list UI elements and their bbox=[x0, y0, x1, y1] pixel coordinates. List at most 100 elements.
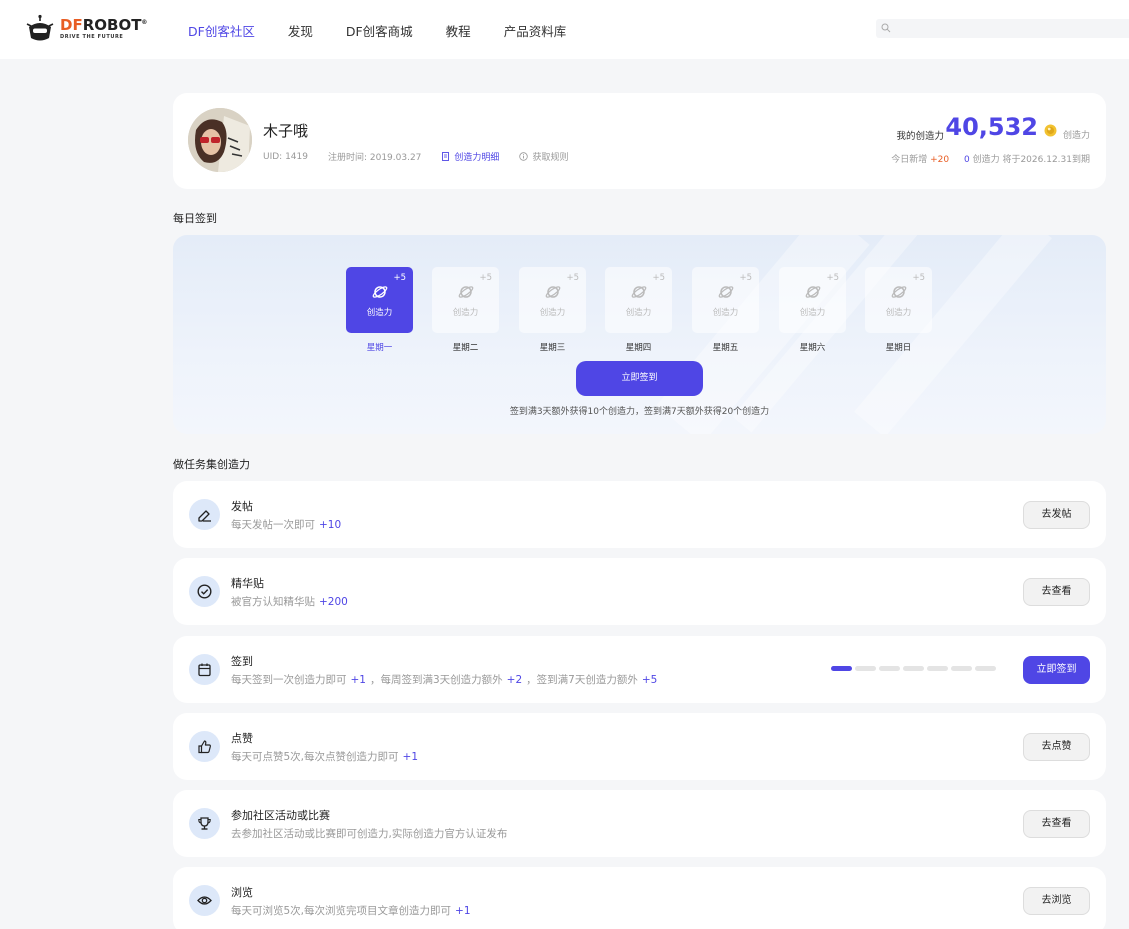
task-desc-text: 每天可点赞5次,每次点赞创造力即可 bbox=[231, 751, 399, 763]
today-label: 今日新增 bbox=[891, 155, 928, 165]
dfrobot-logo[interactable]: DFROBOT® DRIVE THE FUTURE bbox=[25, 14, 147, 44]
task-name: 精华贴 bbox=[231, 577, 264, 590]
task-reward: +200 bbox=[319, 596, 348, 608]
my-credit-label: 我的创造力 bbox=[896, 131, 944, 142]
weekday-label: 星期三 bbox=[539, 343, 566, 353]
task-reward: +5 bbox=[641, 674, 658, 686]
task-desc: 每天可浏览5次,每次浏览完项目文章创造力即可 +1 bbox=[231, 903, 475, 918]
progress-segment bbox=[879, 666, 900, 671]
credit-unit: 创造力 bbox=[1062, 131, 1090, 141]
day-bonus: +5 bbox=[739, 273, 752, 283]
task-reward: +1 bbox=[350, 674, 366, 686]
task-name: 点赞 bbox=[231, 732, 253, 745]
trophy-icon bbox=[198, 817, 211, 830]
info-icon bbox=[519, 152, 529, 161]
user-meta: UID: 1419 注册时间: 2019.03.27 创造力明细 获取规则 bbox=[263, 150, 588, 164]
signin-note: 签到满3天额外获得10个创造力，签到满7天额外获得20个创造力 bbox=[509, 407, 770, 417]
logo-tagline: DRIVE THE FUTURE bbox=[60, 34, 124, 40]
day-bonus: +5 bbox=[566, 273, 579, 283]
task-icon-wrap bbox=[189, 885, 220, 916]
planet-icon bbox=[458, 286, 474, 298]
task-action-button[interactable]: 去点赞 bbox=[1023, 733, 1090, 761]
signin-day-card[interactable]: +5 创造力 bbox=[865, 267, 932, 333]
day-bonus: +5 bbox=[912, 273, 925, 283]
nav-item[interactable]: 教程 bbox=[446, 21, 471, 40]
tasks-title: 做任务集创造力 bbox=[173, 458, 250, 471]
signin-now-button[interactable]: 立即签到 bbox=[576, 361, 703, 396]
task-icon-wrap bbox=[189, 731, 220, 762]
day-reward-label: 创造力 bbox=[539, 308, 566, 318]
task-card: 精华贴被官方认知精华贴 +200 去查看 bbox=[173, 558, 1106, 625]
rules-label: 获取规则 bbox=[532, 153, 569, 163]
credit-value: 40,532 bbox=[945, 113, 1038, 141]
task-reward: +1 bbox=[402, 751, 419, 763]
logo-df-text: DF bbox=[60, 16, 83, 34]
robot-logo-icon bbox=[26, 14, 54, 41]
task-action-button[interactable]: 去浏览 bbox=[1023, 887, 1090, 915]
day-bonus: +5 bbox=[479, 273, 492, 283]
task-name: 发帖 bbox=[231, 500, 253, 513]
nav-item[interactable]: 发现 bbox=[288, 21, 313, 40]
search-input[interactable] bbox=[876, 19, 1129, 38]
nav-item[interactable]: 产品资料库 bbox=[504, 21, 567, 40]
task-action-button[interactable]: 去查看 bbox=[1023, 810, 1090, 838]
main-nav: DF创客社区 发现 DF创客商城 教程 产品资料库 bbox=[188, 21, 599, 40]
day-reward-label: 创造力 bbox=[366, 308, 393, 318]
task-desc-text: ，签到满7天创造力额外 bbox=[526, 674, 638, 686]
signin-day-card[interactable]: +5 创造力 bbox=[692, 267, 759, 333]
profile-card: 木子哦 UID: 1419 注册时间: 2019.03.27 创造力明细 获取规… bbox=[173, 93, 1106, 189]
signin-day-card[interactable]: +5 创造力 bbox=[605, 267, 672, 333]
avatar[interactable] bbox=[188, 108, 252, 172]
calendar-icon bbox=[198, 663, 211, 677]
progress-segment bbox=[831, 666, 852, 671]
user-uid: UID: 1419 bbox=[263, 151, 308, 162]
day-bonus: +5 bbox=[393, 273, 406, 283]
weekday-label: 星期二 bbox=[452, 343, 479, 353]
progress-segment bbox=[903, 666, 924, 671]
daily-signin-title: 每日签到 bbox=[173, 212, 217, 225]
weekday-label: 星期四 bbox=[625, 343, 652, 353]
credit-sub-info: 今日新增 +20 0 创造力 将于2026.12.31到期 bbox=[891, 152, 1090, 165]
weekday-label: 星期六 bbox=[799, 343, 826, 353]
signin-progress bbox=[828, 666, 996, 671]
task-reward: +10 bbox=[319, 519, 342, 531]
search-icon bbox=[881, 23, 891, 33]
task-icon-wrap bbox=[189, 654, 220, 685]
today-increase: +20 bbox=[930, 155, 950, 165]
task-card: 浏览 每天可浏览5次,每次浏览完项目文章创造力即可 +1 去浏览 bbox=[173, 867, 1106, 929]
signin-day-card[interactable]: +5 创造力 bbox=[432, 267, 499, 333]
document-icon bbox=[442, 152, 450, 161]
task-name: 签到 bbox=[231, 655, 253, 668]
expire-count: 0 bbox=[963, 155, 970, 165]
task-desc-text: 被官方认知精华贴 bbox=[231, 596, 315, 608]
task-desc: 被官方认知精华贴 +200 bbox=[231, 594, 352, 609]
eye-icon bbox=[197, 896, 212, 905]
nav-item[interactable]: DF创客社区 bbox=[188, 21, 255, 40]
planet-icon bbox=[545, 286, 561, 298]
task-desc-text: 每天可浏览5次,每次浏览完项目文章创造力即可 bbox=[231, 905, 452, 917]
day-reward-label: 创造力 bbox=[712, 308, 739, 318]
weekday-label: 星期日 bbox=[885, 343, 912, 353]
task-card: 点赞每天可点赞5次,每次点赞创造力即可 +1 去点赞 bbox=[173, 713, 1106, 780]
task-card: 签到 每天签到一次创造力即可 +1 ，每周签到满3天创造力额外 +2 ，签到满7天创造力额… bbox=[173, 636, 1106, 703]
progress-segment bbox=[927, 666, 948, 671]
signin-day-card[interactable]: +5 创造力 bbox=[779, 267, 846, 333]
task-icon-wrap bbox=[189, 808, 220, 839]
task-action-button[interactable]: 去发帖 bbox=[1023, 501, 1090, 529]
progress-segment bbox=[975, 666, 996, 671]
credit-detail-link[interactable]: 创造力明细 bbox=[441, 150, 499, 163]
signin-day-card[interactable]: +5 创造力 bbox=[346, 267, 413, 333]
task-action-button[interactable]: 去查看 bbox=[1023, 578, 1090, 606]
planet-icon bbox=[718, 286, 734, 298]
nav-item[interactable]: DF创客商城 bbox=[346, 21, 413, 40]
rules-link[interactable]: 获取规则 bbox=[519, 150, 568, 163]
task-action-button[interactable]: 立即签到 bbox=[1023, 656, 1090, 684]
user-name: 木子哦 bbox=[263, 122, 309, 140]
pencil-icon bbox=[198, 510, 211, 522]
day-reward-label: 创造力 bbox=[452, 308, 479, 318]
signin-day-card[interactable]: +5 创造力 bbox=[519, 267, 586, 333]
task-icon-wrap bbox=[189, 499, 220, 530]
task-desc-text: ，每周签到满3天创造力额外 bbox=[369, 674, 503, 686]
task-desc-text: 去参加社区活动或比赛即可创造力,实际创造力官方认证发布 bbox=[231, 828, 508, 840]
day-bonus: +5 bbox=[652, 273, 665, 283]
